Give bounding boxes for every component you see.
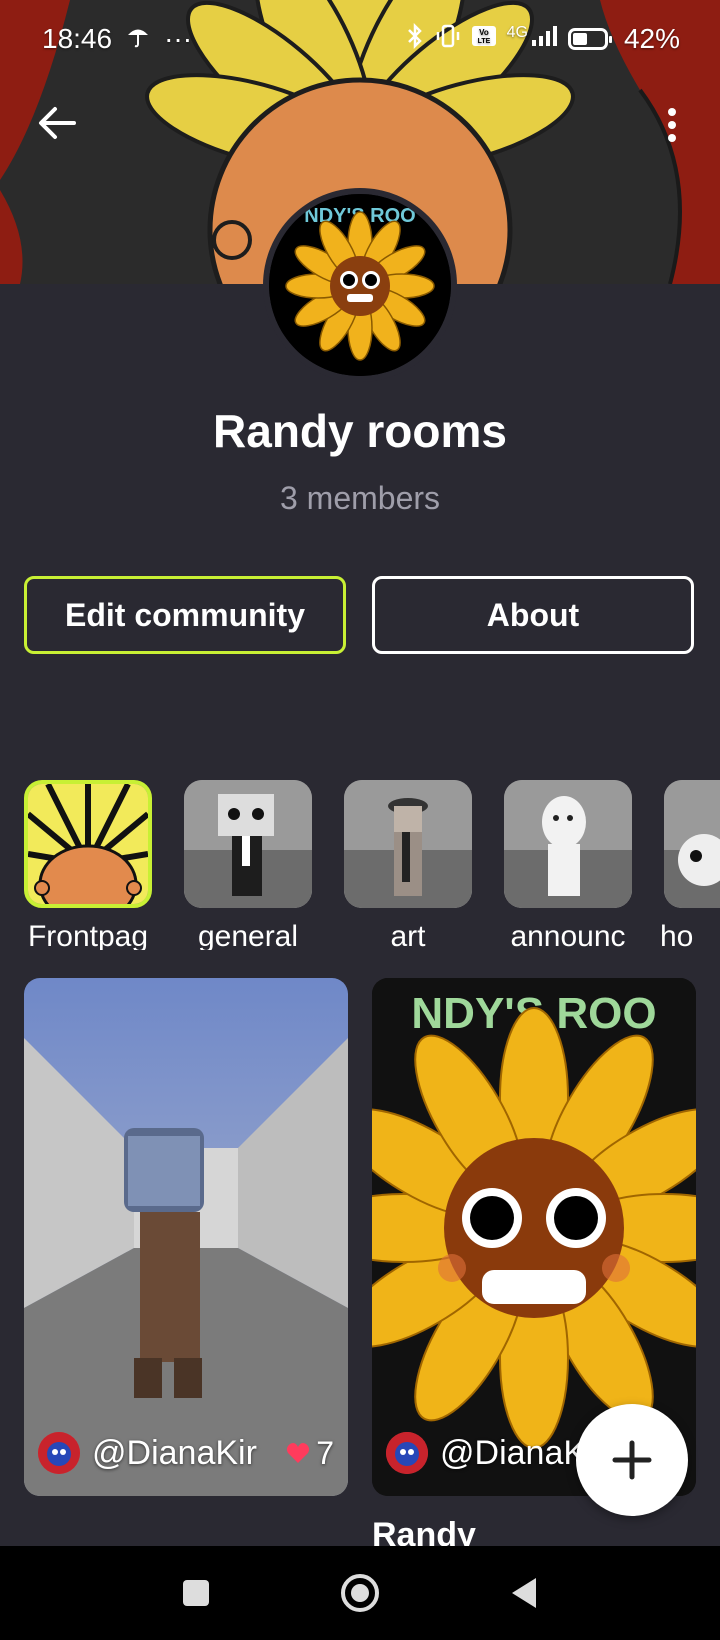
channel-frontpage[interactable]: Frontpag	[24, 780, 152, 950]
about-button[interactable]: About	[372, 576, 694, 654]
post-card[interactable]: @DianaKir 7	[24, 978, 348, 1496]
arrow-left-icon	[39, 107, 76, 139]
recents-square-icon	[183, 1580, 209, 1606]
channel-label: ho	[660, 920, 694, 950]
channel-thumbnail	[24, 780, 152, 908]
channel-thumbnail	[504, 780, 632, 908]
battery-icon	[567, 28, 612, 50]
post-footer: @DianaKir 7	[24, 1410, 348, 1496]
channel-label: announc	[510, 920, 626, 950]
channel-list[interactable]: Frontpag general art announc ho	[24, 780, 720, 950]
system-navigation-bar	[0, 1546, 720, 1640]
channel-art[interactable]: art	[344, 780, 472, 950]
notification-overflow: ···	[164, 23, 193, 54]
plus-icon	[612, 1440, 652, 1480]
umbrella-icon	[126, 23, 150, 55]
edit-community-button[interactable]: Edit community	[24, 576, 346, 654]
member-count[interactable]: 3 members	[0, 480, 720, 517]
channel-thumbnail	[184, 780, 312, 908]
back-triangle-icon	[512, 1578, 536, 1608]
community-avatar[interactable]: NDY'S ROO	[263, 188, 457, 382]
network-type: 4G	[506, 24, 528, 41]
user-avatar[interactable]	[386, 1432, 428, 1474]
clock: 18:46	[42, 23, 113, 54]
channel-thumbnail	[344, 780, 472, 908]
vibrate-icon	[435, 23, 461, 56]
signal-icon	[530, 23, 558, 55]
channel-announcements[interactable]: announc	[504, 780, 632, 950]
status-bar: 18:46 ··· Vo LTE 4G 42%	[0, 0, 720, 78]
channel-thumbnail	[664, 780, 720, 908]
user-avatar[interactable]	[38, 1432, 80, 1474]
svg-text:LTE: LTE	[477, 38, 490, 45]
channel-label: art	[390, 920, 426, 950]
svg-text:Vo: Vo	[479, 28, 489, 37]
channel-label: general	[197, 920, 299, 950]
channel-general[interactable]: general	[184, 780, 312, 950]
channel-ho[interactable]: ho	[660, 780, 720, 950]
more-options-button[interactable]	[650, 100, 694, 150]
post-username[interactable]: @DianaKir	[92, 1434, 274, 1473]
home-circle-icon	[341, 1574, 379, 1612]
create-post-button[interactable]	[576, 1404, 688, 1516]
community-avatar-image: NDY'S ROO	[269, 194, 451, 376]
volte-icon: Vo LTE	[471, 23, 497, 55]
back-button[interactable]	[30, 96, 84, 150]
like-number: 7	[316, 1434, 334, 1471]
recents-button[interactable]	[168, 1568, 224, 1618]
community-name: Randy rooms	[213, 405, 507, 457]
back-nav-button[interactable]	[496, 1568, 552, 1618]
more-vertical-icon	[668, 108, 676, 142]
bluetooth-icon	[405, 22, 425, 56]
channel-label: Frontpag	[27, 920, 149, 950]
home-button[interactable]	[332, 1568, 388, 1618]
heart-icon	[287, 1443, 310, 1463]
like-count[interactable]: 7	[286, 1435, 334, 1472]
battery-percent: 42%	[623, 23, 680, 54]
